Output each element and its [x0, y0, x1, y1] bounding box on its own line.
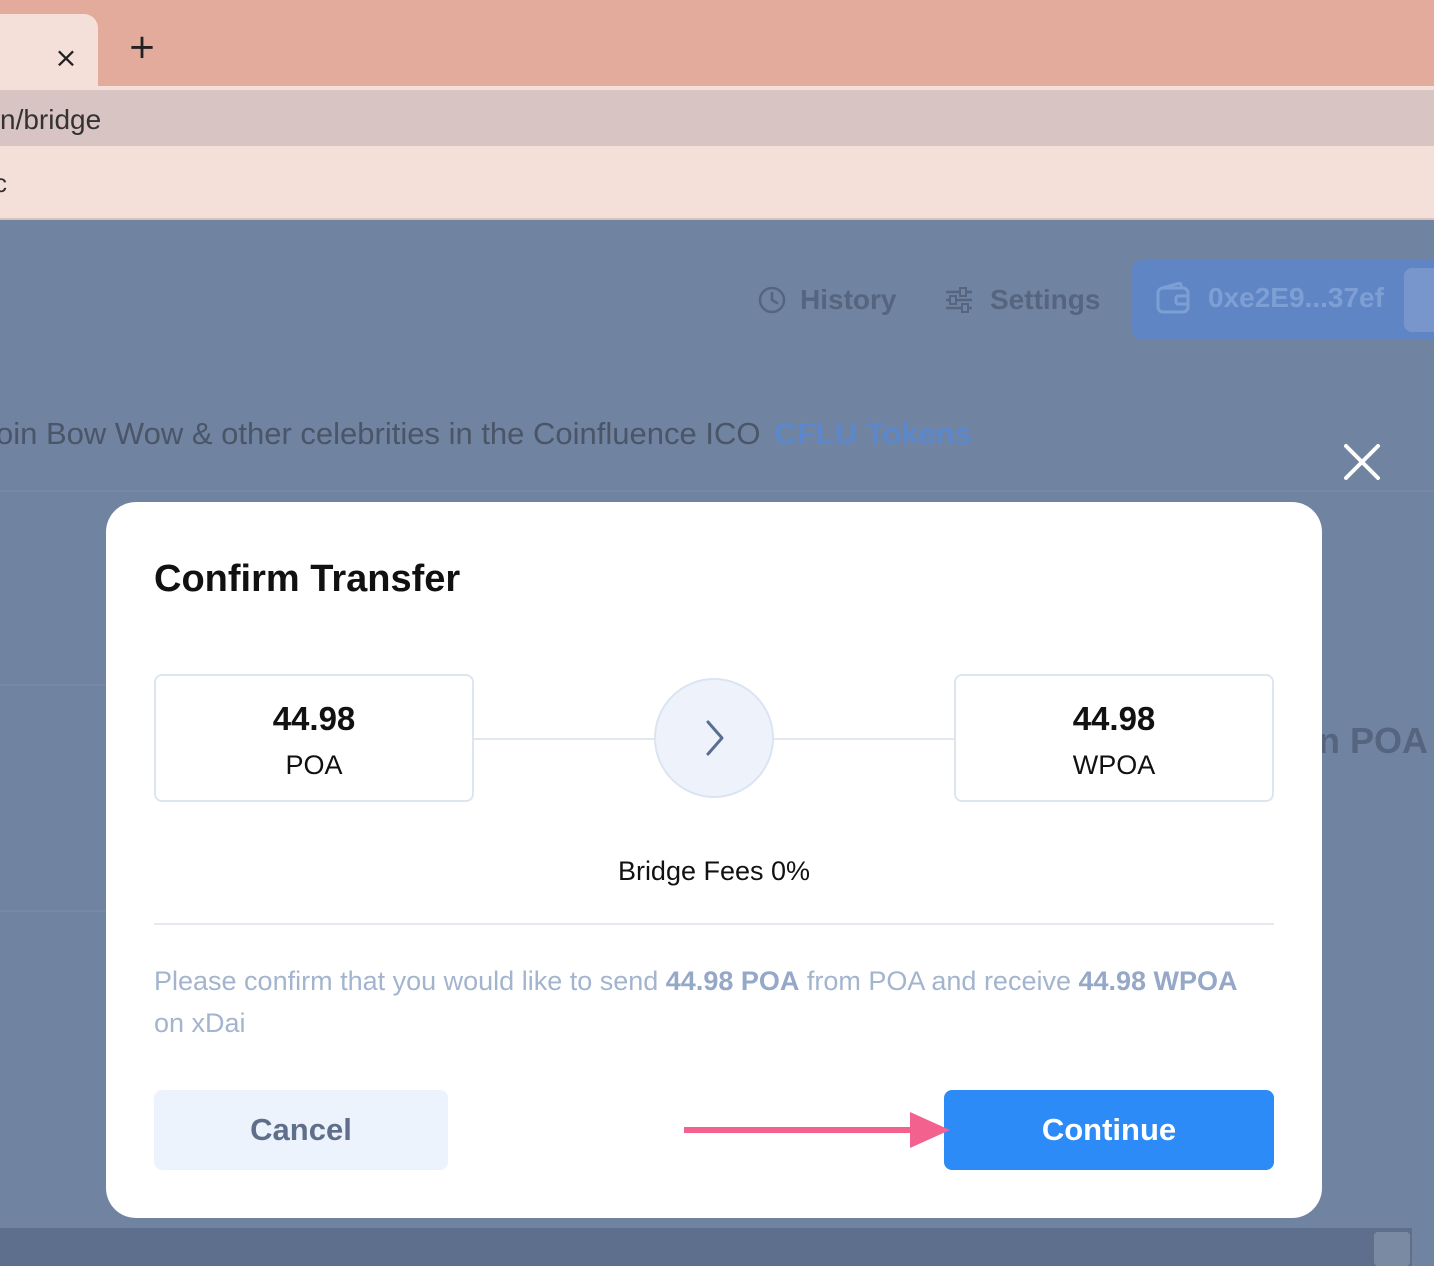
nav-settings-label: Settings [990, 284, 1101, 315]
bookmarks-bar: c [0, 148, 1434, 220]
wallet-address: 0xe2E9...37ef [1208, 282, 1384, 313]
close-icon[interactable] [1340, 440, 1384, 484]
nav-history-label: History [800, 284, 897, 315]
background-label: n POA [1318, 720, 1429, 761]
from-amount: 44.98 [272, 700, 356, 737]
close-tab-icon[interactable]: × [52, 44, 80, 72]
confirm-prefix: Please confirm that you would like to se… [154, 966, 666, 996]
nav-history[interactable]: History [758, 284, 896, 316]
banner-link[interactable]: CFLU Tokens [774, 416, 972, 451]
clock-icon [758, 286, 786, 314]
new-tab-icon[interactable]: + [124, 30, 160, 66]
wallet-menu-button[interactable] [1404, 268, 1434, 332]
chat-widget-icon[interactable] [1374, 1232, 1410, 1266]
confirm-message: Please confirm that you would like to se… [154, 960, 1274, 1044]
divider [154, 923, 1274, 925]
confirm-suffix: on xDai [154, 1008, 246, 1038]
send-amount: 44.98 POA [665, 966, 800, 996]
promo-banner: oin Bow Wow & other celebrities in the C… [0, 416, 972, 452]
confirm-middle: from POA and receive [799, 966, 1079, 996]
chevron-right-icon [706, 720, 724, 756]
receive-amount: 44.98 WPOA [1078, 966, 1238, 996]
transfer-direction [654, 678, 774, 798]
address-bar-row: n/bridge [0, 86, 1434, 148]
to-amount: 44.98 [1072, 700, 1156, 737]
address-bar[interactable]: n/bridge [0, 90, 1434, 146]
bottom-bar [0, 1228, 1412, 1266]
browser-tab-bar: × + [0, 0, 1434, 86]
url-text: n/bridge [0, 104, 102, 135]
from-symbol: POA [285, 750, 343, 780]
to-amount-box: 44.98 WPOA [954, 674, 1274, 802]
to-symbol: WPOA [1072, 750, 1156, 780]
cancel-button[interactable]: Cancel [154, 1090, 448, 1170]
nav-settings[interactable]: Settings [944, 284, 1100, 316]
bookmark-item[interactable]: c [0, 168, 7, 199]
wallet-button[interactable]: 0xe2E9...37ef [1132, 260, 1434, 340]
divider [0, 490, 1434, 492]
modal-title: Confirm Transfer [154, 558, 461, 600]
annotation-arrow-icon [684, 1112, 950, 1148]
continue-button[interactable]: Continue [944, 1090, 1274, 1170]
from-amount-box: 44.98 POA [154, 674, 474, 802]
sliders-icon [946, 287, 972, 313]
wallet-icon [1156, 282, 1190, 314]
banner-text: oin Bow Wow & other celebrities in the C… [0, 416, 761, 451]
browser-tab[interactable]: × [0, 14, 98, 86]
bridge-fees: Bridge Fees 0% [617, 856, 811, 886]
